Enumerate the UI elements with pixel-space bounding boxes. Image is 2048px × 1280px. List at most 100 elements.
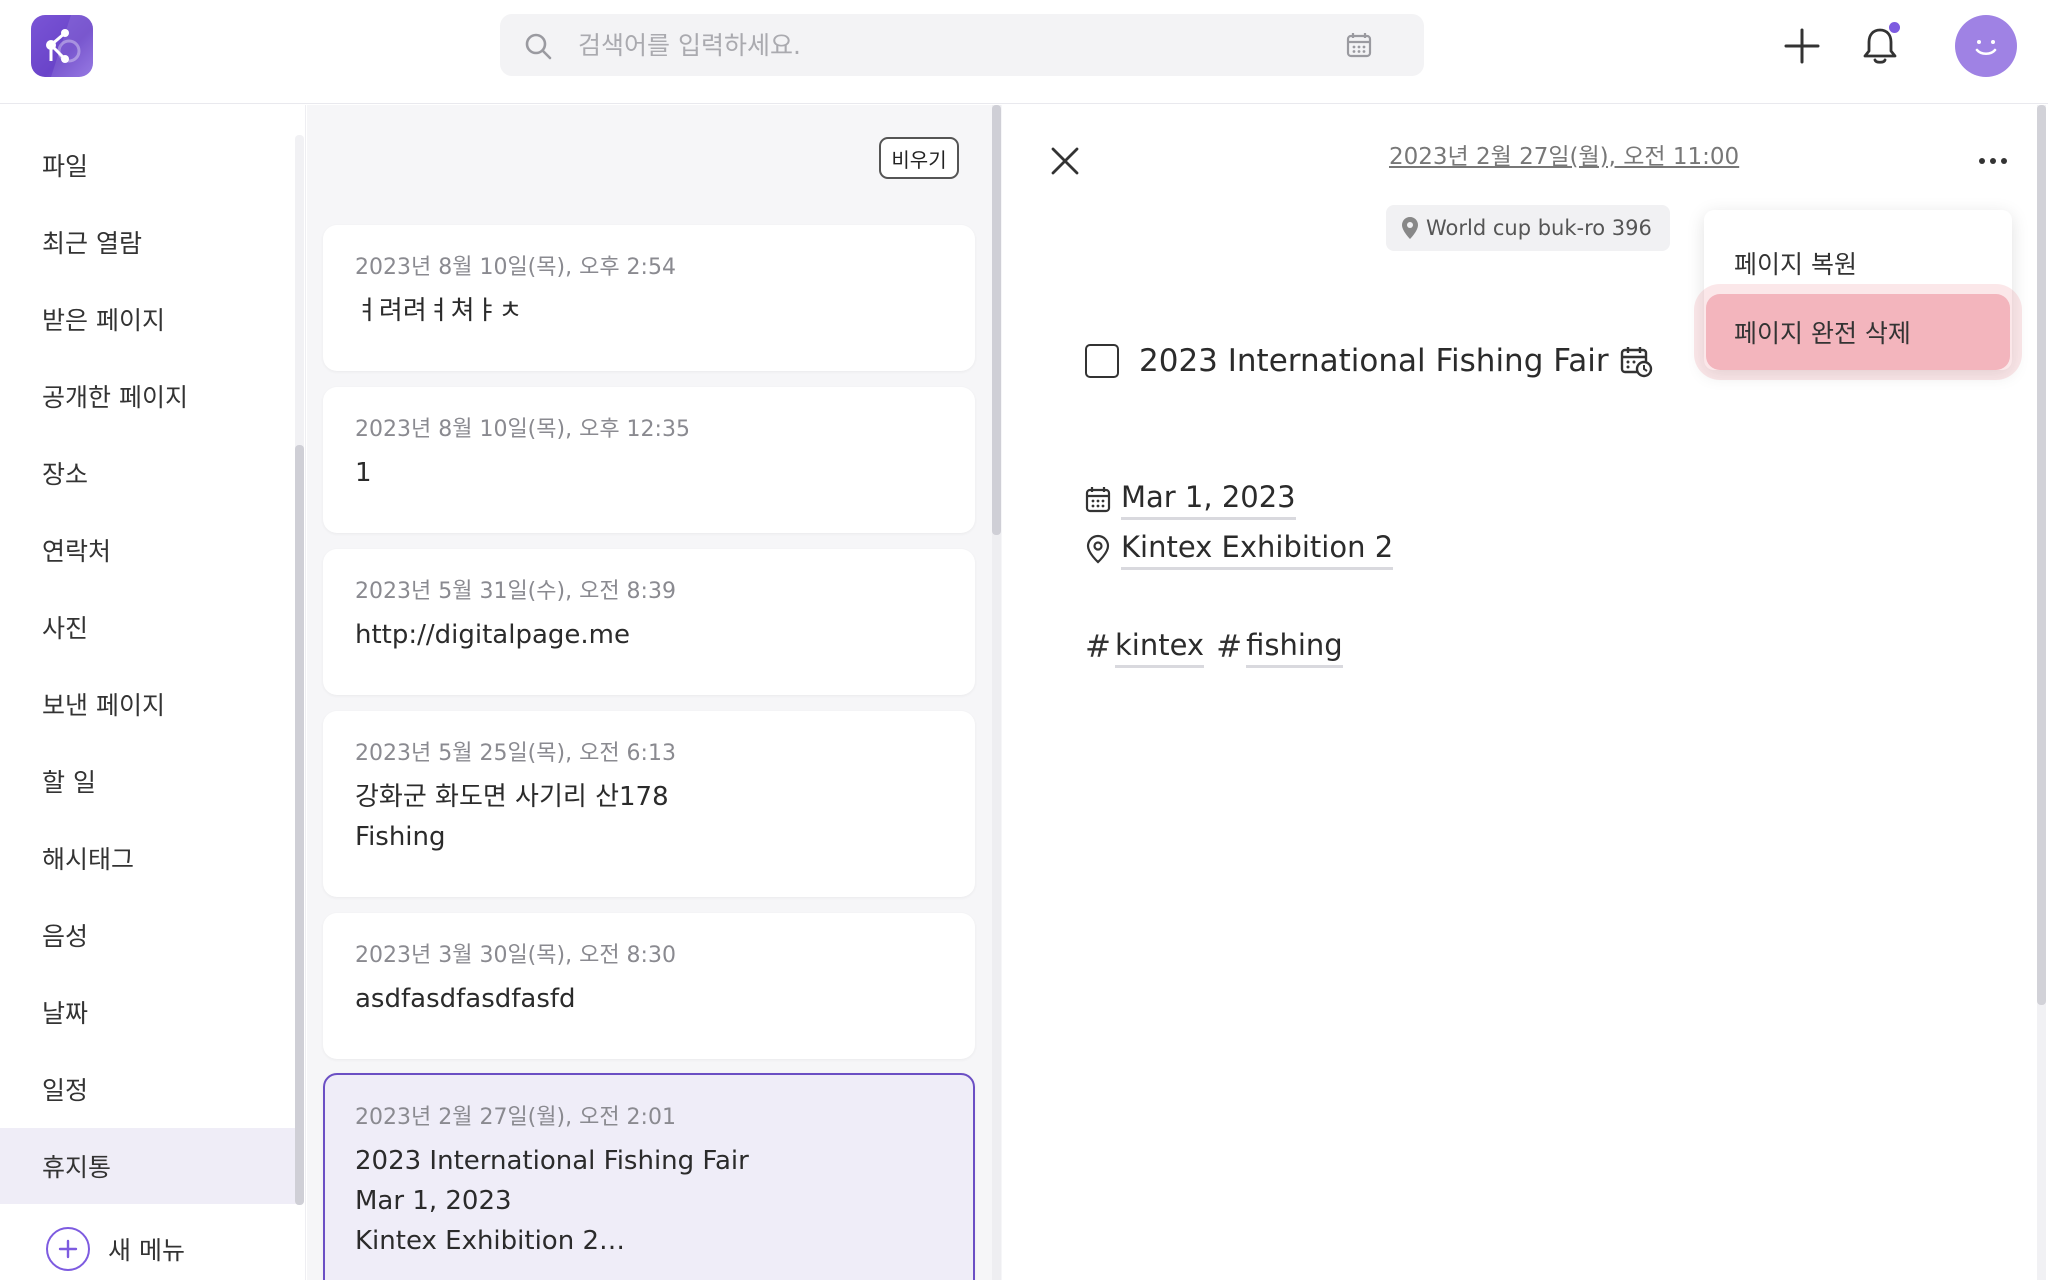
sidebar-item-received[interactable]: 받은 페이지 xyxy=(0,281,296,357)
card-date: 2023년 8월 10일(목), 오후 2:54 xyxy=(355,255,676,280)
sidebar-item-contacts[interactable]: 연락처 xyxy=(0,512,296,588)
delete-page-label: 페이지 완전 삭제 xyxy=(1734,319,1911,348)
sidebar-item-label: 휴지통 xyxy=(42,1153,112,1182)
search-bar[interactable] xyxy=(500,14,1424,76)
event-location-row: Kintex Exhibition 2 xyxy=(1085,527,1394,570)
sidebar-item-published[interactable]: 공개한 페이지 xyxy=(0,358,296,434)
sidebar-item-label: 음성 xyxy=(42,922,89,951)
add-button[interactable] xyxy=(1776,20,1828,72)
sidebar-item-todo[interactable]: 할 일 xyxy=(0,743,296,819)
sidebar-item-files[interactable]: 파일 xyxy=(0,127,296,203)
smiley-face-icon xyxy=(1975,40,1997,56)
notifications-button[interactable] xyxy=(1854,20,1906,72)
card-date: 2023년 5월 25일(목), 오전 6:13 xyxy=(355,741,676,766)
sidebar-item-trash[interactable]: 휴지통 xyxy=(0,1128,296,1204)
list-item-selected[interactable]: 2023년 2월 27일(월), 오전 2:01 2023 Internatio… xyxy=(323,1073,975,1280)
notification-dot xyxy=(1889,22,1900,33)
sidebar-item-dates[interactable]: 날짜 xyxy=(0,974,296,1050)
list-scrollbar[interactable] xyxy=(992,105,1001,1280)
context-menu: 페이지 복원 페이지 완전 삭제 xyxy=(1694,210,2022,380)
new-menu-label: 새 메뉴 xyxy=(108,1236,185,1265)
task-checkbox[interactable] xyxy=(1085,344,1119,378)
sidebar-item-label: 연락처 xyxy=(42,537,112,566)
hashtag-row: # kintex # fishing xyxy=(1085,625,1355,668)
sidebar-item-voice[interactable]: 음성 xyxy=(0,897,296,973)
search-icon xyxy=(525,33,552,60)
close-button[interactable] xyxy=(1039,135,1091,187)
hashtag-text: fishing xyxy=(1246,625,1343,668)
sidebar-item-label: 해시태그 xyxy=(42,845,135,874)
sidebar-item-label: 장소 xyxy=(42,460,89,489)
empty-trash-button[interactable]: 비우기 xyxy=(879,137,959,179)
event-location[interactable]: Kintex Exhibition 2 xyxy=(1121,527,1394,570)
card-text: asdfasdfasdfasfd xyxy=(355,984,576,1014)
more-horizontal-icon xyxy=(1979,158,2007,164)
restore-page-label: 페이지 복원 xyxy=(1734,250,1857,279)
sidebar-item-label: 할 일 xyxy=(42,768,96,797)
sidebar-scrollbar[interactable] xyxy=(295,135,304,1205)
card-text: Kintex Exhibition 2… xyxy=(355,1226,625,1256)
sidebar-item-label: 날짜 xyxy=(42,999,89,1028)
location-chip-text: World cup buk-ro 396 xyxy=(1426,216,1652,240)
list-item[interactable]: 2023년 3월 30일(목), 오전 8:30 asdfasdfasdfasf… xyxy=(323,913,975,1059)
user-avatar[interactable] xyxy=(1955,15,2017,77)
sidebar-item-recent[interactable]: 최근 열람 xyxy=(0,204,296,280)
event-date[interactable]: Mar 1, 2023 xyxy=(1121,477,1296,520)
search-input[interactable] xyxy=(578,14,1338,76)
sidebar-item-label: 최근 열람 xyxy=(42,229,142,258)
calendar-icon[interactable] xyxy=(1345,31,1373,59)
sidebar-item-label: 일정 xyxy=(42,1076,89,1105)
sidebar: 파일 최근 열람 받은 페이지 공개한 페이지 장소 연락처 사진 보낸 페이지… xyxy=(0,105,306,1280)
list-item[interactable]: 2023년 5월 25일(목), 오전 6:13 강화군 화도면 사기리 산17… xyxy=(323,711,975,897)
task-title: 2023 International Fishing Fair xyxy=(1139,343,1609,379)
detail-scrollbar[interactable] xyxy=(2037,105,2046,1280)
map-pin-icon xyxy=(1402,217,1418,239)
sidebar-item-label: 공개한 페이지 xyxy=(42,383,188,412)
plus-circle-icon xyxy=(46,1227,90,1271)
sidebar-scrollbar-thumb[interactable] xyxy=(295,445,304,1205)
top-header xyxy=(0,0,2048,104)
trash-list: 비우기 2023년 8월 10일(목), 오후 2:54 ㅕ려려ㅕ쳐ㅑㅊ 202… xyxy=(307,105,1002,1280)
sidebar-item-label: 파일 xyxy=(42,152,89,181)
detail-date[interactable]: 2023년 2월 27일(월), 오전 11:00 xyxy=(1389,137,1739,177)
hash-icon: # xyxy=(1085,628,1111,665)
detail-scrollbar-thumb[interactable] xyxy=(2037,105,2046,1005)
list-item[interactable]: 2023년 8월 10일(목), 오후 2:54 ㅕ려려ㅕ쳐ㅑㅊ xyxy=(323,225,975,371)
location-chip[interactable]: World cup buk-ro 396 xyxy=(1386,205,1670,251)
event-date-row: Mar 1, 2023 xyxy=(1085,477,1296,520)
card-text: 강화군 화도면 사기리 산178 xyxy=(355,782,669,812)
calendar-clock-icon[interactable] xyxy=(1619,344,1653,378)
card-text: Fishing xyxy=(355,822,446,852)
card-text: ㅕ려려ㅕ쳐ㅑㅊ xyxy=(355,296,523,326)
list-item[interactable]: 2023년 5월 31일(수), 오전 8:39 http://digitalp… xyxy=(323,549,975,695)
list-item[interactable]: 2023년 8월 10일(목), 오후 12:35 1 xyxy=(323,387,975,533)
logo-graph-icon xyxy=(46,15,93,77)
card-date: 2023년 5월 31일(수), 오전 8:39 xyxy=(355,579,676,604)
hashtag-kintex[interactable]: # kintex xyxy=(1085,625,1205,668)
more-options-button[interactable] xyxy=(1967,135,2019,187)
delete-page-permanently-menu-item[interactable]: 페이지 완전 삭제 xyxy=(1694,284,2022,380)
card-text: http://digitalpage.me xyxy=(355,620,630,650)
sidebar-item-label: 사진 xyxy=(42,614,89,643)
list-scrollbar-thumb[interactable] xyxy=(992,105,1001,535)
hashtag-text: kintex xyxy=(1114,625,1205,668)
hashtag-fishing[interactable]: # fishing xyxy=(1216,625,1343,668)
task-row: 2023 International Fishing Fair xyxy=(1085,343,1653,379)
sidebar-item-sent[interactable]: 보낸 페이지 xyxy=(0,666,296,742)
sidebar-item-label: 받은 페이지 xyxy=(42,306,165,335)
new-menu-button[interactable]: 새 메뉴 xyxy=(46,1225,185,1273)
card-text: Mar 1, 2023 xyxy=(355,1186,512,1216)
plus-icon xyxy=(1784,28,1820,64)
card-text: 2023 International Fishing Fair xyxy=(355,1146,749,1176)
card-text: 1 xyxy=(355,458,372,488)
calendar-icon xyxy=(1085,486,1111,512)
sidebar-item-photos[interactable]: 사진 xyxy=(0,589,296,665)
sidebar-item-schedule[interactable]: 일정 xyxy=(0,1051,296,1127)
app-logo[interactable] xyxy=(31,15,93,77)
sidebar-item-places[interactable]: 장소 xyxy=(0,435,296,511)
card-date: 2023년 3월 30일(목), 오전 8:30 xyxy=(355,943,676,968)
sidebar-item-hashtags[interactable]: 해시태그 xyxy=(0,820,296,896)
hash-icon: # xyxy=(1216,628,1243,665)
close-icon xyxy=(1051,147,1079,175)
card-date: 2023년 2월 27일(월), 오전 2:01 xyxy=(355,1105,676,1130)
